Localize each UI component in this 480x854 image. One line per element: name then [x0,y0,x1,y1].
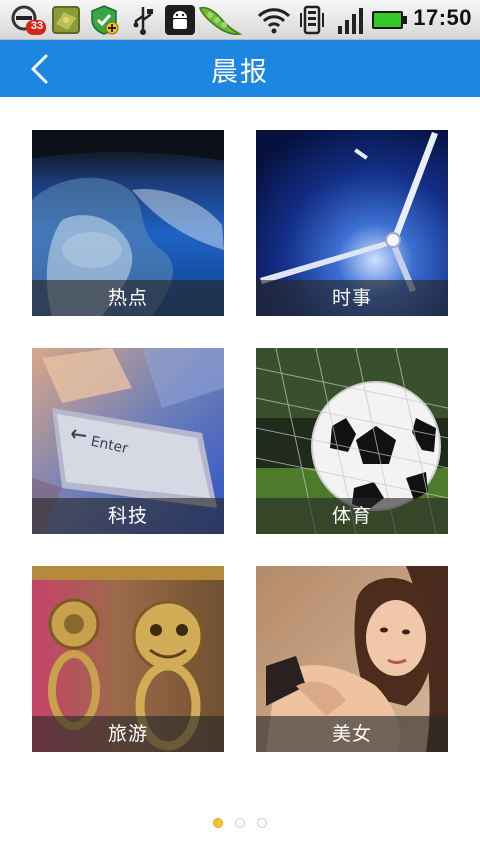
vibrate-icon [300,5,324,35]
page-dot-2[interactable] [235,818,245,828]
tile-tech[interactable]: Enter 科技 [32,348,224,534]
signal-icon [338,8,363,34]
tile-news[interactable]: 时事 [256,130,448,316]
usb-icon [133,7,153,35]
status-bar: 33 17:50 [0,0,480,40]
page-title: 晨报 [211,57,269,88]
tile-hot[interactable]: 热点 [32,130,224,316]
page-dot-3[interactable] [257,818,267,828]
tile-label: 体育 [256,498,448,534]
page-dot-1[interactable] [213,818,223,828]
tile-sports[interactable]: 体育 [256,348,448,534]
android-debug-icon [165,5,195,35]
notification-count: 33 [30,20,44,32]
tile-label: 旅游 [32,716,224,752]
peapod-icon [199,6,242,35]
shield-check-icon [91,5,119,35]
tile-label: 时事 [256,280,448,316]
clock-time: 17:50 [413,5,472,30]
map-icon [52,6,80,34]
tile-travel[interactable]: 旅游 [32,566,224,752]
wifi-icon [257,8,291,34]
page-indicator [0,818,480,828]
tile-beauty[interactable]: 美女 [256,566,448,752]
title-bar: 晨报 [0,40,480,97]
tile-label: 美女 [256,716,448,752]
tile-label: 科技 [32,498,224,534]
tile-label: 热点 [32,280,224,316]
battery-icon [372,11,407,29]
